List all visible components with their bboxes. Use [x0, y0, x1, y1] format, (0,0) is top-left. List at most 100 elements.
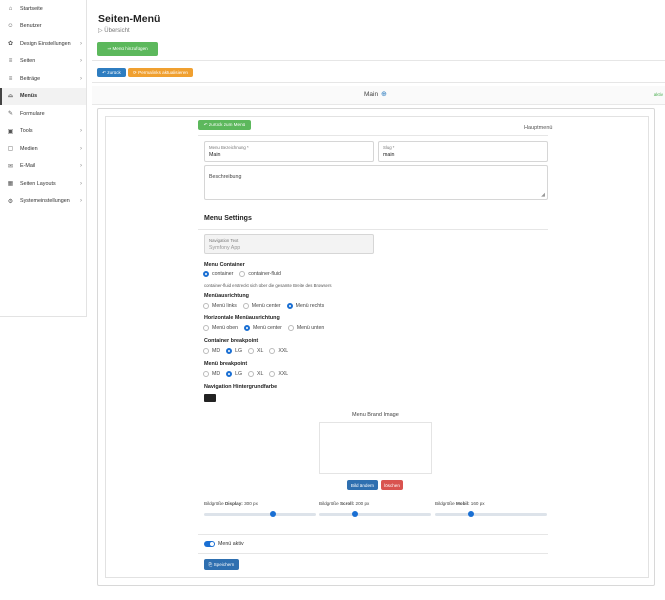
size-value: 300 px — [244, 501, 258, 506]
size-prefix: Bildgröße — [435, 501, 455, 506]
radio-label: container — [212, 271, 234, 277]
sidebar-item-medien[interactable]: ▢ Medien › — [0, 140, 86, 158]
palette-icon: ✿ — [7, 41, 14, 48]
sidebar-item-startseite[interactable]: ⌂ Startseite — [0, 0, 86, 18]
radio-dot — [248, 371, 254, 377]
sidebar-item-label: Tools — [20, 128, 33, 135]
radio-container-lg[interactable]: LG — [226, 348, 242, 354]
radio-container-md[interactable]: MD — [203, 348, 220, 354]
description-field[interactable]: Beschreibung ◢ — [204, 165, 548, 200]
field-value: main — [383, 152, 395, 158]
save-button[interactable]: ⎘ Speichern — [204, 559, 239, 570]
divider — [198, 553, 548, 554]
size-scroll-slider[interactable] — [319, 511, 431, 517]
user-icon: ☺ — [7, 23, 14, 30]
radio-container-xl[interactable]: XL — [248, 348, 263, 354]
menu-breakpoint-title: Menü breakpoint — [204, 361, 248, 367]
menu-type-label: Hauptmenü — [524, 125, 553, 131]
back-button[interactable]: ↶ zurück — [97, 68, 126, 77]
menu-icon: ⌓ — [8, 92, 13, 99]
radio-menu-left[interactable]: Menü links — [203, 303, 237, 309]
size-display-slider[interactable] — [204, 511, 316, 517]
sidebar-item-label: Seiten Layouts — [20, 180, 56, 187]
field-label: Slug * — [383, 145, 395, 150]
size-mobile-slider[interactable] — [435, 511, 547, 517]
radio-dot — [287, 325, 294, 331]
chevron-right-icon: › — [80, 128, 82, 135]
sidebar-item-design-einstellungen[interactable]: ✿ Design Einstellungen › — [0, 35, 86, 53]
radio-label: XXL — [278, 348, 289, 354]
radio-menu-md[interactable]: MD — [203, 371, 220, 377]
chevron-right-icon: › — [80, 163, 82, 170]
back-to-menu-button[interactable]: ↶ zurück zum Menü — [198, 120, 251, 130]
background-color-picker[interactable] — [204, 394, 216, 402]
chevron-right-icon: › — [80, 180, 82, 187]
radio-menu-xl[interactable]: XL — [248, 371, 263, 377]
form-icon: ✎ — [7, 111, 14, 118]
delete-image-button[interactable]: löschen — [381, 480, 403, 490]
background-color-title: Navigation Hintergrundfarbe — [204, 384, 278, 390]
posts-icon: ≡ — [8, 75, 13, 82]
sidebar-item-e-mail[interactable]: ✉ E-Mail › — [0, 158, 86, 176]
gear-icon: ⚙ — [7, 198, 14, 205]
resize-handle-icon[interactable]: ◢ — [541, 192, 545, 198]
sidebar-item-label: Menüs — [20, 93, 38, 100]
radio-menu-right[interactable]: Menü rechts — [286, 303, 325, 309]
sidebar-item-beiträge[interactable]: ≡ Beiträge › — [0, 70, 86, 88]
radio-label: MD — [212, 348, 221, 354]
status-badge: aktiv — [653, 92, 663, 97]
radio-container-fluid[interactable]: container-fluid — [239, 271, 281, 277]
horizontal-alignment-title: Horizontale Menüausrichtung — [204, 315, 280, 321]
radio-dot — [239, 271, 246, 277]
slug-field[interactable]: Slug * main — [378, 141, 548, 162]
horizontal-radio-group: Menü oben Menü center Menü unten — [203, 325, 330, 331]
sidebar-item-systemeinstellungen[interactable]: ⚙ Systemeinstellungen › — [0, 193, 86, 211]
radio-menu-lg[interactable]: LG — [226, 371, 242, 377]
update-permalinks-button[interactable]: ⟳ Permalinks aktualisieren — [128, 68, 193, 77]
navigation-text-field[interactable]: Navigation Text Symfony App — [204, 234, 374, 254]
radio-label: Menü center — [252, 325, 282, 331]
radio-menu-center[interactable]: Menü center — [242, 303, 281, 309]
radio-container[interactable]: container — [203, 271, 233, 277]
radio-menu-xxl[interactable]: XXL — [269, 371, 288, 377]
change-image-button[interactable]: Bild ändern — [347, 480, 378, 490]
radio-label: container-fluid — [248, 271, 281, 277]
container-note: container-fluid erstreckt sich über die … — [204, 283, 332, 288]
size-display-label: Bildgröße Display: 300 px — [204, 501, 258, 506]
sidebar-item-label: Medien — [20, 145, 38, 152]
divider — [198, 229, 548, 230]
radio-container-xxl[interactable]: XXL — [269, 348, 288, 354]
sidebar-item-benutzer[interactable]: ☺ Benutzer — [0, 18, 86, 36]
menu-active-toggle[interactable] — [204, 541, 215, 547]
radio-dot — [203, 325, 209, 331]
sidebar-item-formulare[interactable]: ✎ Formulare — [0, 105, 86, 123]
sidebar: ⌂ Startseite ☺ Benutzer ✿ Design Einstellunge… — [0, 0, 87, 317]
breadcrumb[interactable]: ▷ Übersicht — [98, 27, 130, 34]
size-name: Scroll: — [339, 501, 355, 506]
mail-icon: ✉ — [7, 163, 14, 170]
radio-menu-top[interactable]: Menü oben — [203, 325, 238, 331]
sidebar-item-tools[interactable]: ▣ Tools › — [0, 123, 86, 141]
globe-icon[interactable]: ⊕ — [381, 90, 387, 98]
radio-label: Menü rechts — [295, 303, 325, 309]
chevron-right-icon: › — [80, 75, 82, 82]
divider — [198, 135, 548, 136]
chevron-right-icon: › — [80, 145, 82, 152]
menu-name-field[interactable]: Menu Bezeichnung * Main — [204, 141, 374, 162]
settings-title: Menu Settings — [204, 215, 252, 222]
radio-menu-middle[interactable]: Menü center — [243, 325, 282, 331]
field-label: Navigation Text — [209, 238, 239, 243]
sidebar-item-seiten-layouts[interactable]: ▦ Seiten Layouts › — [0, 175, 86, 193]
size-name: Mobil: — [455, 501, 470, 506]
sidebar-item-seiten[interactable]: ≡ Seiten › — [0, 53, 86, 71]
add-menu-button[interactable]: ⇒ Menü hinzufügen — [97, 42, 158, 56]
radio-menu-bottom[interactable]: Menü unten — [287, 325, 324, 331]
alignment-radio-group: Menü links Menü center Menü rechts — [203, 303, 330, 309]
chevron-right-icon: › — [80, 40, 82, 47]
radio-label: LG — [235, 348, 242, 354]
slider-thumb[interactable] — [351, 511, 358, 517]
sidebar-item-menüs[interactable]: ⌓ Menüs — [0, 87, 86, 105]
size-prefix: Bildgröße — [204, 501, 224, 506]
field-value: Main — [209, 152, 221, 158]
slider-thumb[interactable] — [467, 511, 474, 517]
